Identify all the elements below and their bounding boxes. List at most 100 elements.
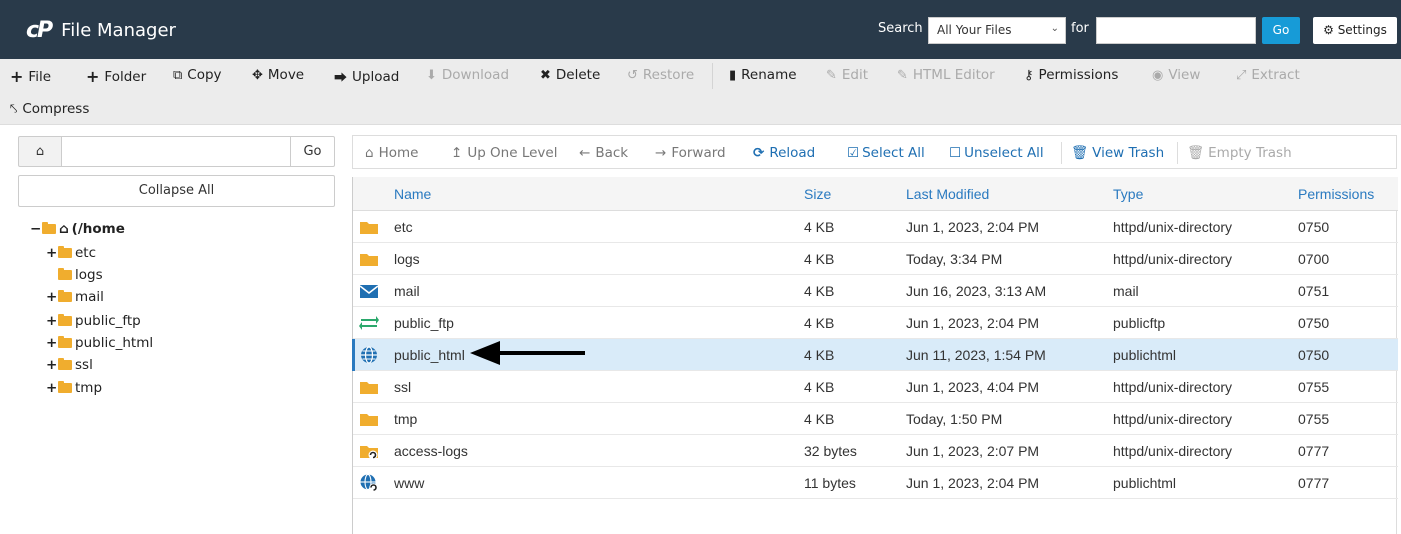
- column-type[interactable]: Type: [1113, 186, 1143, 202]
- file-name[interactable]: ssl: [394, 379, 411, 395]
- column-last-modified[interactable]: Last Modified: [906, 186, 989, 202]
- tree-root[interactable]: − ⌂ (/home: [30, 221, 125, 237]
- tree-item-public-html[interactable]: + public_html: [46, 335, 153, 351]
- html-editor-button[interactable]: ✎ HTML Editor: [897, 67, 995, 83]
- path-input[interactable]: [61, 136, 291, 167]
- path-go-button[interactable]: Go: [290, 136, 335, 167]
- collapse-all-button[interactable]: Collapse All: [18, 175, 335, 207]
- file-name[interactable]: www: [394, 475, 424, 491]
- file-name[interactable]: etc: [394, 219, 413, 235]
- empty-trash-button[interactable]: 🗑 Empty Trash: [1187, 145, 1292, 161]
- arrow-left-icon: ←: [579, 145, 591, 161]
- nav-forward-button[interactable]: → Forward: [655, 145, 726, 161]
- file-name[interactable]: access-logs: [394, 443, 468, 459]
- sidebar-home-button[interactable]: ⌂: [18, 136, 62, 167]
- reload-button[interactable]: ⟳ Reload: [753, 145, 815, 161]
- new-folder-button[interactable]: + Folder: [86, 67, 146, 86]
- trash-icon: 🗑: [1071, 145, 1089, 161]
- plus-icon: +: [46, 289, 58, 305]
- copy-button[interactable]: ⧉ Copy: [173, 67, 222, 83]
- table-row[interactable]: etc 4 KB Jun 1, 2023, 2:04 PM httpd/unix-di…: [353, 211, 1398, 243]
- upload-button[interactable]: ⮕ Upload: [334, 67, 399, 87]
- column-permissions[interactable]: Permissions: [1298, 186, 1374, 202]
- table-row[interactable]: logs 4 KB Today, 3:34 PM httpd/unix-directo…: [353, 243, 1398, 275]
- table-row[interactable]: ssl 4 KB Jun 1, 2023, 4:04 PM httpd/unix-di…: [353, 371, 1398, 403]
- file-permissions: 0750: [1298, 315, 1330, 331]
- folder-icon: [58, 268, 72, 280]
- edit-square-icon: ✎: [897, 67, 908, 83]
- view-button[interactable]: ◉ View: [1152, 67, 1200, 83]
- file-permissions: 0751: [1298, 283, 1330, 299]
- new-file-button[interactable]: + File: [10, 67, 51, 86]
- app-title: File Manager: [61, 20, 176, 41]
- compress-button[interactable]: ⤣ Compress: [10, 101, 89, 117]
- home-icon: ⌂: [365, 145, 374, 161]
- unselect-all-button[interactable]: ☐ Unselect All: [949, 145, 1044, 161]
- file-name[interactable]: public_ftp: [394, 315, 454, 331]
- arrow-right-icon: →: [655, 145, 667, 161]
- search-go-button[interactable]: Go: [1262, 17, 1300, 44]
- table-row[interactable]: public_ftp 4 KB Jun 1, 2023, 2:04 PM public…: [353, 307, 1398, 339]
- nav-back-button[interactable]: ← Back: [579, 145, 628, 161]
- file-type: httpd/unix-directory: [1113, 443, 1233, 459]
- permissions-button[interactable]: ⚷ Permissions: [1024, 67, 1118, 83]
- file-permissions: 0755: [1298, 411, 1330, 427]
- folder-icon: [58, 358, 72, 370]
- file-permissions: 0755: [1298, 379, 1330, 395]
- file-type: mail: [1113, 283, 1139, 299]
- file-name[interactable]: logs: [394, 251, 420, 267]
- search-scope-select[interactable]: All Your Files ⌄: [928, 17, 1066, 44]
- tree-item-logs[interactable]: logs: [58, 267, 103, 283]
- table-header: Name Size Last Modified Type Permissions: [353, 177, 1398, 211]
- plus-icon: +: [46, 245, 58, 261]
- nav-home-button[interactable]: ⌂ Home: [365, 145, 418, 161]
- nav-up-button[interactable]: ↥ Up One Level: [451, 145, 557, 161]
- plus-icon: +: [46, 357, 58, 373]
- edit-button[interactable]: ✎ Edit: [826, 67, 868, 83]
- refresh-icon: ⟳: [753, 145, 765, 161]
- search-label: Search: [878, 21, 923, 36]
- column-size[interactable]: Size: [804, 186, 831, 202]
- folder-icon: [58, 381, 72, 393]
- extract-button[interactable]: ⤢ Extract: [1236, 67, 1300, 83]
- move-button[interactable]: ✥ Move: [252, 67, 304, 83]
- delete-button[interactable]: ✖ Delete: [540, 67, 600, 83]
- tree-item-etc[interactable]: + etc: [46, 245, 96, 261]
- tree-item-public-ftp[interactable]: + public_ftp: [46, 313, 141, 329]
- tree-item-tmp[interactable]: + tmp: [46, 380, 102, 396]
- file-permissions: 0750: [1298, 219, 1330, 235]
- gear-icon: ⚙: [1323, 23, 1334, 37]
- search-input[interactable]: [1096, 17, 1256, 44]
- file-modified: Jun 1, 2023, 2:04 PM: [906, 315, 1040, 331]
- download-button[interactable]: ⬇ Download: [426, 67, 509, 83]
- table-row[interactable]: tmp 4 KB Today, 1:50 PM httpd/unix-director…: [353, 403, 1398, 435]
- file-name[interactable]: tmp: [394, 411, 417, 427]
- file-modified: Jun 1, 2023, 4:04 PM: [906, 379, 1040, 395]
- file-name[interactable]: mail: [394, 283, 420, 299]
- table-row[interactable]: access-logs 32 bytes Jun 1, 2023, 2:07 PM h…: [353, 435, 1398, 467]
- nav-divider: [1061, 142, 1062, 164]
- chevron-down-icon: ⌄: [1050, 23, 1059, 34]
- tree-item-mail[interactable]: + mail: [46, 289, 104, 305]
- restore-button[interactable]: ↺ Restore: [627, 67, 694, 83]
- file-name[interactable]: public_html: [394, 347, 465, 363]
- file-modified: Jun 11, 2023, 1:54 PM: [906, 347, 1046, 363]
- table-row[interactable]: mail 4 KB Jun 16, 2023, 3:13 AM mail 0751: [353, 275, 1398, 307]
- column-name[interactable]: Name: [394, 186, 431, 202]
- plus-icon: +: [86, 67, 100, 86]
- expand-icon: ⤢: [1236, 67, 1247, 83]
- settings-button[interactable]: ⚙ Settings: [1313, 17, 1397, 44]
- rename-button[interactable]: ▮ Rename: [729, 67, 797, 83]
- plus-icon: +: [46, 335, 58, 351]
- view-trash-button[interactable]: 🗑 View Trash: [1071, 145, 1164, 161]
- restore-icon: ↺: [627, 67, 638, 83]
- file-size: 4 KB: [804, 411, 835, 427]
- table-row[interactable]: www 11 bytes Jun 1, 2023, 2:04 PM publichtm…: [353, 467, 1398, 499]
- pencil-icon: ✎: [826, 67, 837, 83]
- select-all-button[interactable]: ☑ Select All: [847, 145, 925, 161]
- plus-icon: +: [46, 313, 58, 329]
- top-header: cP File Manager Search All Your Files ⌄ …: [0, 0, 1401, 59]
- brand: cP File Manager: [26, 18, 176, 43]
- tree-item-ssl[interactable]: + ssl: [46, 357, 93, 373]
- file-size: 4 KB: [804, 251, 835, 267]
